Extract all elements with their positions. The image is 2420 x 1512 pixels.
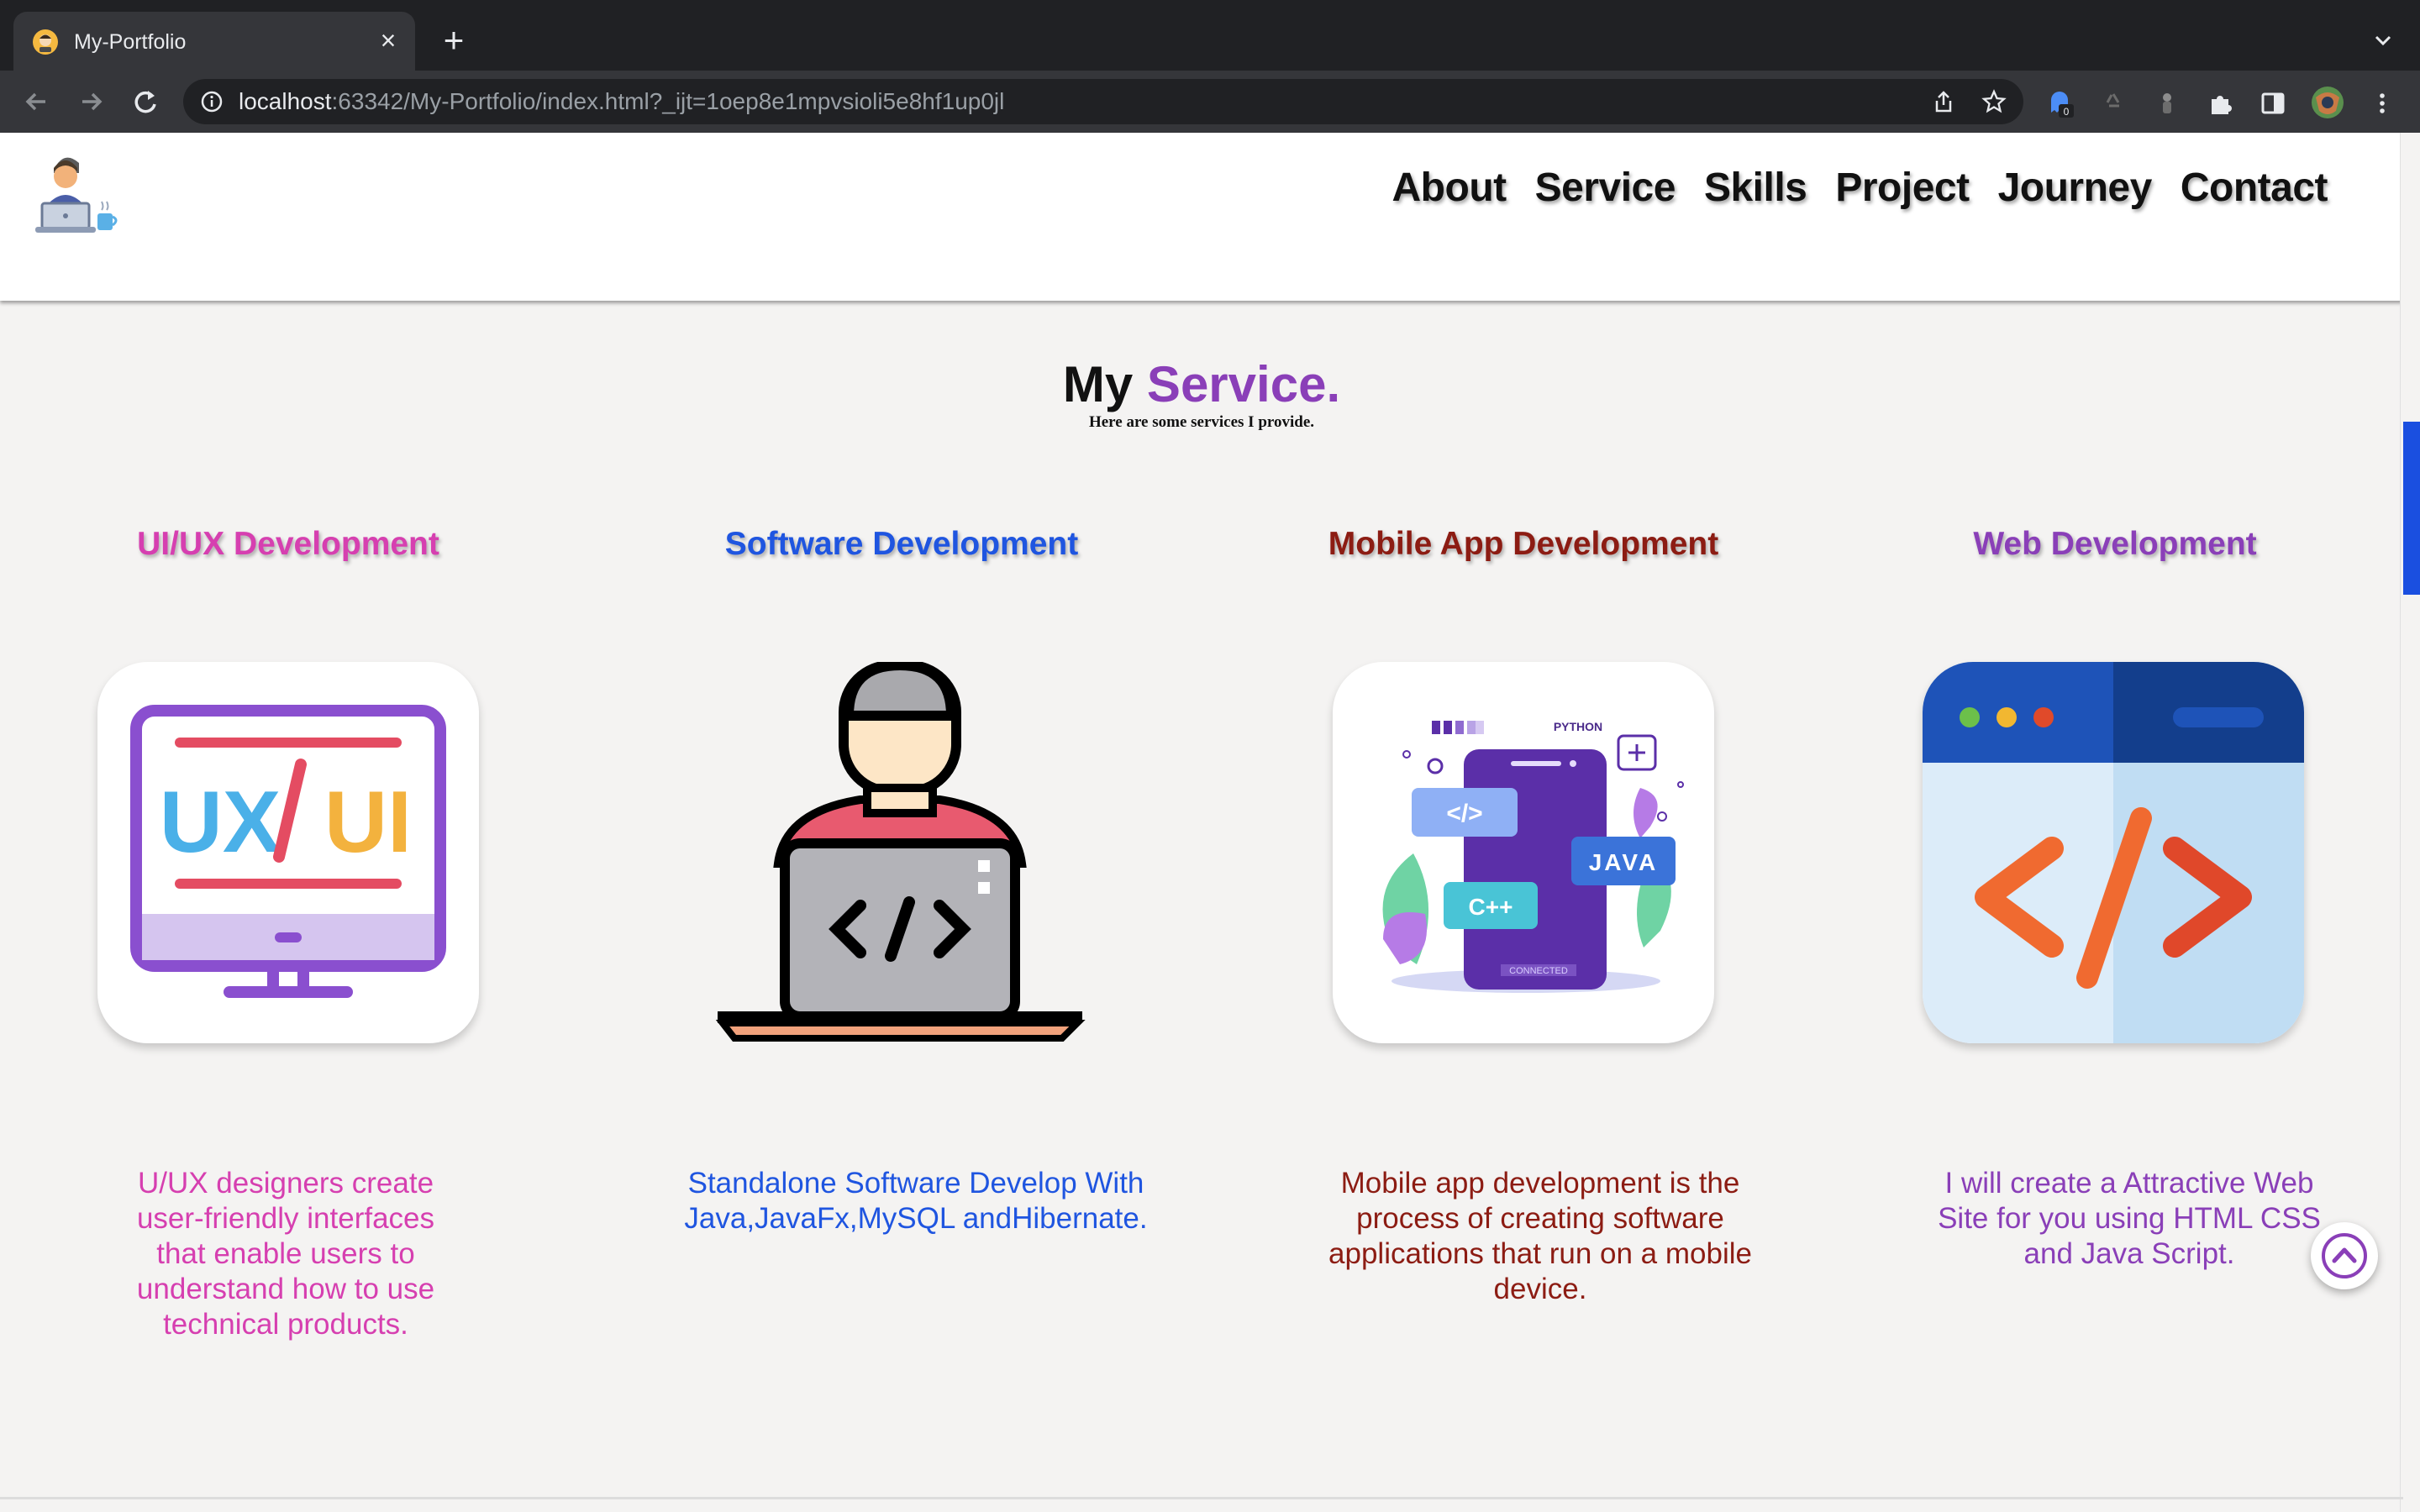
site-header: About Service Skills Project Journey Con… xyxy=(0,133,2403,301)
browser-menu-icon[interactable] xyxy=(2368,89,2396,118)
mobile-languages-icon: CONNECTED PYTHON </> JAVA C++ xyxy=(1333,662,1714,1043)
ui-label: UI xyxy=(324,774,412,871)
section-title: My Service. xyxy=(0,358,2403,412)
nav-contact[interactable]: Contact xyxy=(2181,165,2328,211)
extension-recycle-icon[interactable] xyxy=(2099,89,2128,118)
side-panel-icon[interactable] xyxy=(2259,89,2287,118)
section-title-service: Service. xyxy=(1146,356,1341,412)
new-tab-icon[interactable]: + xyxy=(437,23,471,58)
service-title-web: Web Development xyxy=(1973,526,2257,562)
site-info-icon[interactable] xyxy=(200,90,224,113)
extensions-puzzle-icon[interactable] xyxy=(2207,89,2235,118)
profile-avatar[interactable] xyxy=(2311,86,2344,119)
section-subtitle: Here are some services I provide. xyxy=(1088,413,1315,431)
scrollbar-thumb[interactable] xyxy=(2403,422,2420,595)
nav-about[interactable]: About xyxy=(1392,165,1507,211)
tab-search-chevron-icon[interactable] xyxy=(2368,25,2398,55)
service-title-mobile: Mobile App Development xyxy=(1328,526,1719,562)
page-scrollbar[interactable] xyxy=(2400,133,2420,1512)
code-tag-label: </> xyxy=(1446,800,1482,827)
python-label: PYTHON xyxy=(1554,720,1602,733)
connected-label: CONNECTED xyxy=(1509,966,1568,976)
section-divider xyxy=(0,1497,2403,1499)
forward-arrow-icon[interactable] xyxy=(74,84,109,119)
extension-ghost-icon[interactable]: 0 xyxy=(2045,89,2074,118)
main-nav: About Service Skills Project Journey Con… xyxy=(1392,165,2328,211)
nav-skills[interactable]: Skills xyxy=(1704,165,1807,211)
service-desc-software: Standalone Software Develop With Java,Ja… xyxy=(684,1167,1148,1235)
service-desc-mobile: Mobile app development is the process of… xyxy=(1328,1167,1752,1305)
nav-project[interactable]: Project xyxy=(1835,165,1970,211)
logo-developer-icon[interactable] xyxy=(30,144,123,245)
nav-journey[interactable]: Journey xyxy=(1998,165,2153,211)
ux-label: UX xyxy=(160,774,281,871)
bookmark-star-icon[interactable] xyxy=(1981,89,2007,114)
extension-figure-icon[interactable] xyxy=(2153,89,2181,118)
reload-icon[interactable] xyxy=(128,84,163,119)
service-title-uiux: UI/UX Development xyxy=(137,526,439,562)
back-arrow-icon[interactable] xyxy=(18,84,54,119)
address-bar[interactable]: localhost:63342/My-Portfolio/index.html?… xyxy=(183,79,2023,124)
ux-ui-monitor-icon: UX UI xyxy=(97,662,479,1043)
extension-badge: 0 xyxy=(2064,106,2070,118)
section-title-my: My xyxy=(1062,356,1134,412)
browser-tab[interactable]: My-Portfolio × xyxy=(13,12,415,71)
service-title-software: Software Development xyxy=(724,526,1079,562)
chevron-up-circle-icon xyxy=(2322,1233,2367,1278)
service-desc-uiux: U/UX designers create user-friendly inte… xyxy=(136,1167,435,1341)
developer-laptop-icon xyxy=(709,659,1091,1043)
code-window-icon xyxy=(1923,662,2304,1043)
tab-close-icon[interactable]: × xyxy=(373,25,403,55)
nav-service[interactable]: Service xyxy=(1535,165,1676,211)
scroll-to-top-button[interactable] xyxy=(2311,1222,2378,1289)
browser-tab-strip: My-Portfolio × + xyxy=(0,0,2420,71)
java-label: JAVA xyxy=(1589,849,1659,875)
url-text: localhost:63342/My-Portfolio/index.html?… xyxy=(239,88,1005,114)
share-icon[interactable] xyxy=(1931,89,1956,114)
cpp-label: C++ xyxy=(1469,894,1513,920)
service-desc-web: I will create a Attractive Web Site for … xyxy=(1938,1167,2321,1270)
browser-toolbar: localhost:63342/My-Portfolio/index.html?… xyxy=(0,71,2420,134)
favicon-icon xyxy=(33,29,58,55)
page-viewport: About Service Skills Project Journey Con… xyxy=(0,133,2420,1512)
tab-title: My-Portfolio xyxy=(74,30,187,54)
